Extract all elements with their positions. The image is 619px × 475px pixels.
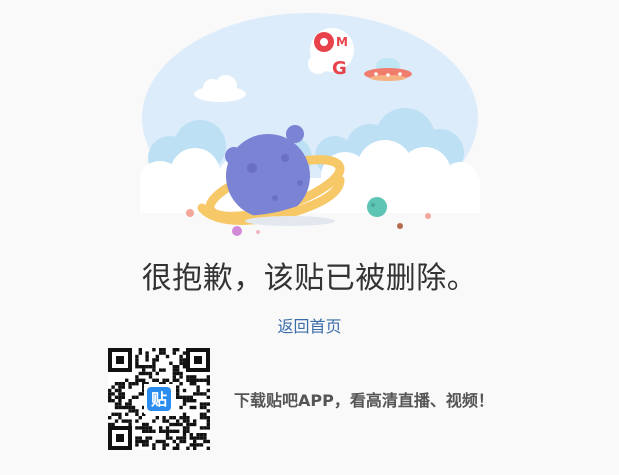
- app-promo-text: 下载贴吧APP，看高清直播、视频！: [234, 391, 494, 410]
- svg-text:M: M: [336, 35, 348, 49]
- deleted-post-message: 很抱歉，该贴已被删除。: [141, 261, 478, 296]
- svg-text:G: G: [332, 58, 347, 79]
- back-home-link[interactable]: 返回首页: [0, 313, 619, 337]
- qr-badge-label: 贴: [151, 390, 167, 409]
- download-qr-code: 贴: [108, 348, 210, 450]
- error-illustration: M G: [140, 8, 480, 248]
- planet-ufo-illustration: M G: [140, 13, 480, 248]
